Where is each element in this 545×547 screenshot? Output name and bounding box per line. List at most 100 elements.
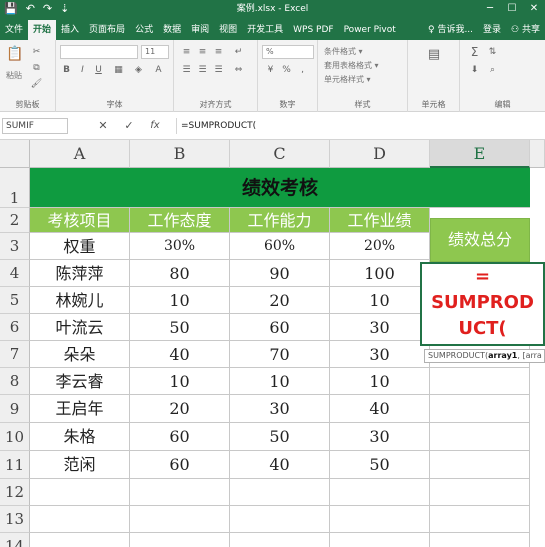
name-cell[interactable]: 朱格 — [30, 423, 130, 451]
empty-cell[interactable] — [130, 506, 230, 533]
maximize-button[interactable]: ☐ — [501, 0, 523, 18]
save-icon[interactable]: 💾 — [4, 0, 18, 18]
font-size-combo[interactable]: 11 — [141, 45, 169, 59]
column-header-f[interactable] — [530, 140, 545, 168]
empty-cell[interactable] — [430, 506, 530, 533]
cells-icon[interactable]: ▤ — [426, 48, 442, 66]
bold-button[interactable]: B — [60, 64, 73, 77]
share-button[interactable]: ⚇ 共享 — [506, 20, 545, 40]
empty-cell[interactable] — [430, 451, 530, 479]
paste-icon[interactable]: 📋 — [6, 47, 24, 66]
row-header-10[interactable]: 10 — [0, 423, 30, 451]
score-cell[interactable]: 10 — [330, 287, 430, 314]
column-header-a[interactable]: A — [30, 140, 130, 168]
select-all-corner[interactable] — [0, 140, 30, 168]
empty-cell[interactable] — [430, 395, 530, 423]
score-cell[interactable]: 50 — [230, 423, 330, 451]
row-header-6[interactable]: 6 — [0, 314, 30, 341]
font-color-icon[interactable]: A — [152, 64, 165, 77]
column-header-e[interactable]: E — [430, 140, 530, 168]
header-cell-total-score[interactable]: 绩效总分 — [430, 218, 530, 262]
italic-button[interactable]: I — [76, 64, 89, 77]
empty-cell[interactable] — [430, 368, 530, 395]
fill-color-icon[interactable]: ◈ — [132, 64, 145, 77]
empty-cell[interactable] — [430, 423, 530, 451]
score-cell[interactable]: 20 — [130, 395, 230, 423]
row-header-2[interactable]: 2 — [0, 208, 30, 233]
empty-cell[interactable] — [430, 533, 530, 547]
tab-power-pivot[interactable]: Power Pivot — [339, 20, 401, 40]
percent-icon[interactable]: % — [280, 64, 293, 77]
underline-button[interactable]: U — [92, 64, 105, 77]
sort-filter-icon[interactable]: ⇅ — [486, 46, 499, 59]
score-cell[interactable]: 20 — [230, 287, 330, 314]
formula-input[interactable]: =SUMPRODUCT( — [176, 118, 542, 134]
tell-me-box[interactable]: ♀ 告诉我... — [423, 20, 478, 40]
empty-cell[interactable] — [430, 479, 530, 506]
row-header-7[interactable]: 7 — [0, 341, 30, 368]
row-header-8[interactable]: 8 — [0, 368, 30, 395]
cancel-icon[interactable]: ✕ — [94, 118, 112, 134]
redo-icon[interactable]: ↷ — [43, 0, 52, 18]
score-cell[interactable]: 10 — [130, 287, 230, 314]
find-icon[interactable]: ⌕ — [486, 64, 499, 77]
wrap-text-icon[interactable]: ↵ — [232, 46, 245, 59]
font-name-combo[interactable] — [60, 45, 138, 59]
header-cell-item[interactable]: 考核项目 — [30, 208, 130, 233]
row-header-5[interactable]: 5 — [0, 287, 30, 314]
number-format-combo[interactable]: % — [262, 45, 314, 59]
align-top-icon[interactable]: ≡ — [180, 46, 193, 59]
currency-icon[interactable]: ¥ — [264, 64, 277, 77]
border-icon[interactable]: ▦ — [112, 64, 125, 77]
sheet-title-cell[interactable]: 绩效考核 — [30, 168, 530, 208]
empty-cell[interactable] — [130, 479, 230, 506]
undo-icon[interactable]: ↶ — [26, 0, 35, 18]
score-cell[interactable]: 40 — [230, 451, 330, 479]
row-header-13[interactable]: 13 — [0, 506, 30, 533]
close-button[interactable]: ✕ — [523, 0, 545, 18]
tab-wps-pdf[interactable]: WPS PDF — [288, 20, 338, 40]
score-cell[interactable]: 40 — [130, 341, 230, 368]
name-cell[interactable]: 王启年 — [30, 395, 130, 423]
score-cell[interactable]: 10 — [130, 368, 230, 395]
score-cell[interactable]: 70 — [230, 341, 330, 368]
empty-cell[interactable] — [230, 506, 330, 533]
weight-ability-cell[interactable]: 60% — [230, 233, 330, 260]
align-left-icon[interactable]: ☰ — [180, 64, 193, 77]
empty-cell[interactable] — [330, 506, 430, 533]
align-middle-icon[interactable]: ≡ — [196, 46, 209, 59]
tab-view[interactable]: 视图 — [214, 20, 242, 40]
row-header-14[interactable]: 14 — [0, 533, 30, 547]
function-tooltip[interactable]: SUMPRODUCT(array1, [arra — [424, 349, 545, 363]
tab-developer[interactable]: 开发工具 — [242, 20, 288, 40]
score-cell[interactable]: 90 — [230, 260, 330, 287]
column-header-b[interactable]: B — [130, 140, 230, 168]
tooltip-current-arg[interactable]: array1 — [488, 351, 517, 360]
format-painter-icon[interactable]: 🖌 — [30, 78, 43, 91]
row-header-1[interactable]: 1 — [0, 168, 30, 208]
tab-formulas[interactable]: 公式 — [130, 20, 158, 40]
name-cell[interactable]: 朵朵 — [30, 341, 130, 368]
header-cell-ability[interactable]: 工作能力 — [230, 208, 330, 233]
empty-cell[interactable] — [230, 533, 330, 547]
paste-label[interactable]: 粘贴 — [6, 70, 22, 81]
name-box[interactable]: SUMIF — [2, 118, 68, 134]
login-link[interactable]: 登录 — [478, 20, 506, 40]
minimize-button[interactable]: ─ — [479, 0, 501, 18]
header-cell-performance[interactable]: 工作业绩 — [330, 208, 430, 233]
name-cell[interactable]: 林婉儿 — [30, 287, 130, 314]
score-cell[interactable]: 50 — [130, 314, 230, 341]
score-cell[interactable]: 80 — [130, 260, 230, 287]
column-header-c[interactable]: C — [230, 140, 330, 168]
score-cell[interactable]: 50 — [330, 451, 430, 479]
empty-cell[interactable] — [330, 533, 430, 547]
name-cell[interactable]: 范闲 — [30, 451, 130, 479]
name-cell[interactable]: 陈萍萍 — [30, 260, 130, 287]
customize-qa-icon[interactable]: ⇣ — [60, 0, 69, 18]
copy-icon[interactable]: ⧉ — [30, 62, 43, 75]
name-cell[interactable]: 李云睿 — [30, 368, 130, 395]
score-cell[interactable]: 60 — [230, 314, 330, 341]
weight-attitude-cell[interactable]: 30% — [130, 233, 230, 260]
cell-styles-button[interactable]: 单元格样式 ▾ — [324, 74, 371, 85]
tab-home[interactable]: 开始 — [28, 20, 57, 40]
